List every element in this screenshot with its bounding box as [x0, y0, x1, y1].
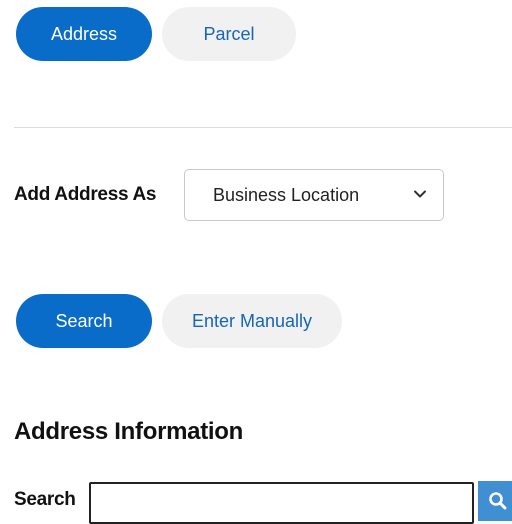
search-mode-label: Search: [55, 310, 113, 331]
add-address-as-label: Add Address As: [14, 184, 157, 205]
enter-manually-button[interactable]: Enter Manually: [162, 294, 342, 348]
tab-address[interactable]: Address: [16, 7, 152, 61]
address-type-select[interactable]: Business Location: [184, 169, 444, 221]
search-submit-button[interactable]: [478, 481, 512, 521]
tab-parcel[interactable]: Parcel: [162, 7, 296, 61]
address-type-selected-value: Business Location: [213, 184, 360, 205]
section-title-address-information: Address Information: [14, 418, 243, 445]
address-search-input[interactable]: [89, 482, 474, 524]
tab-parcel-label: Parcel: [203, 23, 255, 44]
divider: [14, 127, 512, 128]
tab-address-label: Address: [50, 23, 118, 44]
search-field-label: Search: [14, 489, 76, 510]
search-mode-button[interactable]: Search: [16, 294, 152, 348]
chevron-down-icon: [414, 190, 426, 198]
enter-manually-label: Enter Manually: [191, 310, 313, 331]
search-icon: [489, 492, 507, 510]
